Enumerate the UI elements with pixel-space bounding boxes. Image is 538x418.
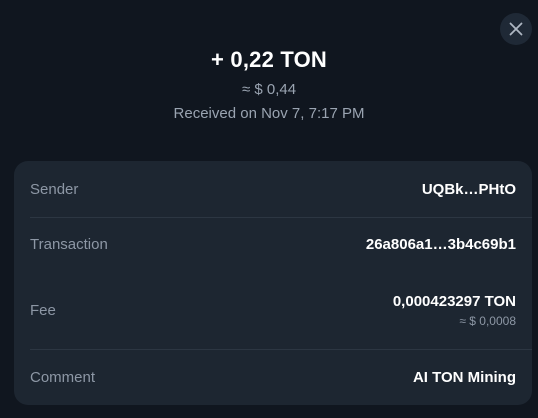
transaction-row[interactable]: Transaction 26a806a1…3b4c69b1 [14,217,532,271]
transaction-details-card: Sender UQBk…PHtO Transaction 26a806a1…3b… [14,161,532,405]
transaction-amount: + 0,22 TON [211,47,327,72]
sender-label: Sender [30,180,79,198]
close-icon [509,22,523,36]
fee-amount: 0,000423297 TON [392,292,516,310]
transaction-date: Received on Nov 7, 7:17 PM [173,105,365,122]
fee-row: Fee 0,000423297 TON ≈ $ 0,0008 [14,271,532,349]
sender-row[interactable]: Sender UQBk…PHtO [14,161,532,217]
fee-fiat: ≈ $ 0,0008 [459,313,516,328]
transaction-label: Transaction [30,235,108,253]
close-button[interactable] [500,13,532,45]
comment-text: AI TON Mining [412,368,516,386]
fee-label: Fee [30,301,56,319]
transaction-header: + 0,22 TON ≈ $ 0,44 Received on Nov 7, 7… [0,44,538,124]
fee-values: 0,000423297 TON ≈ $ 0,0008 [393,293,516,328]
comment-row: Comment AI TON Mining [14,349,532,405]
transaction-fiat-value: ≈ $ 0,44 [241,81,297,98]
comment-label: Comment [30,368,96,386]
transaction-hash[interactable]: 26a806a1…3b4c69b1 [366,236,516,253]
sender-address[interactable]: UQBk…PHtO [422,181,516,198]
